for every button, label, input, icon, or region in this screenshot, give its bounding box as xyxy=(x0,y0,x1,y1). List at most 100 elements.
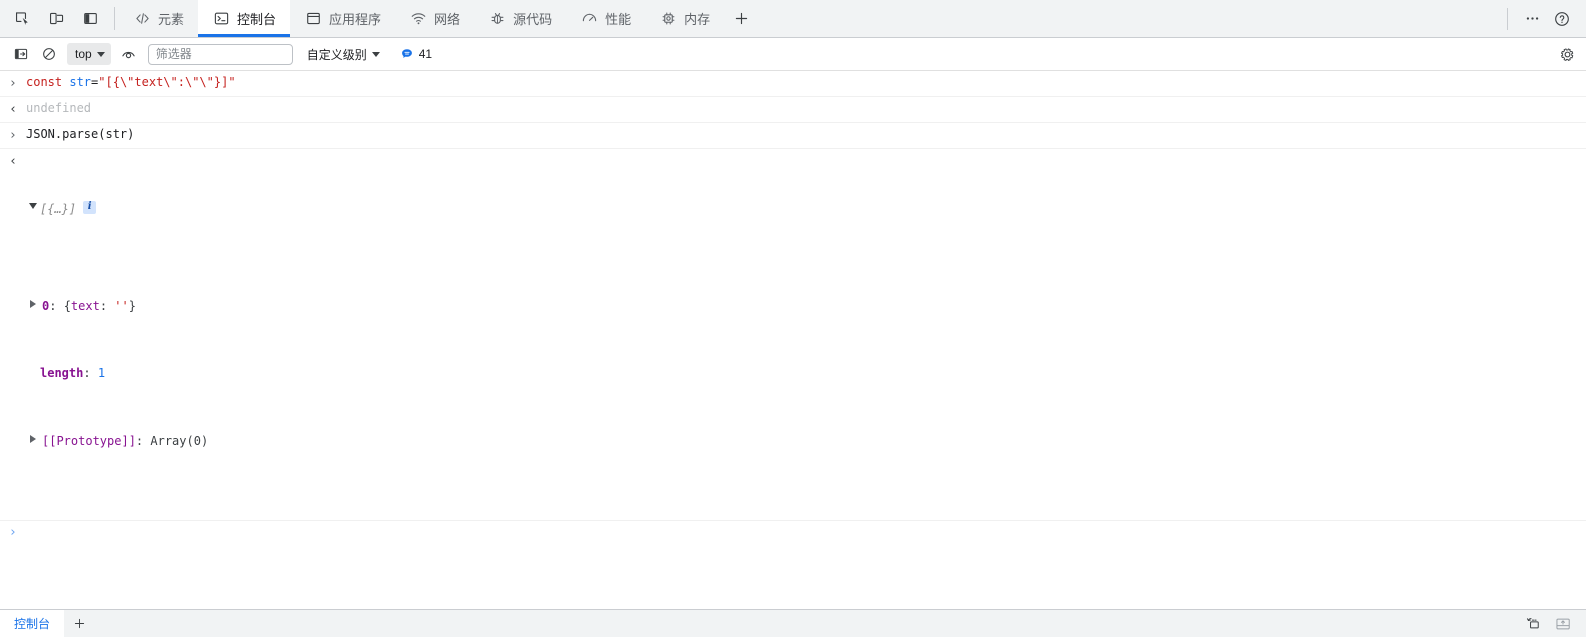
tab-performance[interactable]: 性能 xyxy=(566,0,645,37)
reload-dock-icon[interactable] xyxy=(1520,613,1546,635)
object-property-row[interactable]: length: 1 xyxy=(26,365,1574,384)
memory-icon xyxy=(659,10,677,28)
console-icon xyxy=(212,10,230,28)
clear-console-icon[interactable] xyxy=(36,42,62,66)
property-key: 0 xyxy=(42,298,50,313)
add-panel-icon[interactable] xyxy=(724,0,758,37)
tab-memory-label: 内存 xyxy=(684,12,711,27)
message-bubble-icon xyxy=(401,49,412,58)
input-arrow-icon: › xyxy=(10,76,16,91)
log-level-select[interactable]: 自定义级别 xyxy=(301,43,386,65)
help-icon[interactable] xyxy=(1548,6,1576,32)
expand-toggle-icon[interactable] xyxy=(26,298,40,308)
property-separator: : xyxy=(83,366,98,381)
tabbar-right-tools xyxy=(1499,0,1586,37)
result-arrow-icon: ‹ xyxy=(10,102,16,117)
console-message-object-result[interactable]: ‹ [{…}] i 0: {text: ''} length: 1 [[Pro… xyxy=(0,149,1586,521)
tabbar-right-divider xyxy=(1507,7,1508,30)
object-properties: 0: {text: ''} length: 1 [[Prototype]]: A… xyxy=(26,250,1574,499)
network-icon xyxy=(409,10,427,28)
token-expression: JSON.parse(str) xyxy=(26,127,135,141)
triangle-right-icon xyxy=(30,434,36,443)
triangle-right-icon xyxy=(30,299,36,308)
message-count-badge[interactable]: 41 xyxy=(400,47,432,61)
application-icon xyxy=(304,10,322,28)
tab-network[interactable]: 网络 xyxy=(395,0,474,37)
device-toolbar-icon[interactable] xyxy=(42,6,70,32)
execution-context-select[interactable]: top xyxy=(67,43,111,65)
console-message-input[interactable]: › const str="[{\"text\":\"\"}]" xyxy=(0,71,1586,97)
tabbar-left-tools xyxy=(0,0,110,37)
chevron-down-icon xyxy=(96,51,105,57)
performance-icon xyxy=(580,10,598,28)
bug-icon xyxy=(488,10,506,28)
devtools-tab-bar: 元素 控制台 应用程序 网络 源代码 性能 内存 xyxy=(0,0,1586,38)
drawer-add-tool-icon[interactable] xyxy=(64,610,94,637)
console-result-undefined: undefined xyxy=(26,101,92,115)
drawer-right-tools xyxy=(1520,610,1586,637)
tab-application-label: 应用程序 xyxy=(329,12,382,27)
message-count-value: 41 xyxy=(418,47,433,61)
tab-elements[interactable]: 元素 xyxy=(119,0,198,37)
dock-position-icon[interactable] xyxy=(1550,613,1576,635)
drawer-tab-console[interactable]: 控制台 xyxy=(0,610,65,637)
property-separator: : xyxy=(49,298,64,313)
expand-toggle-icon[interactable] xyxy=(26,201,40,209)
toggle-panel-icon[interactable] xyxy=(76,6,104,32)
property-value-number: 1 xyxy=(97,366,106,381)
drawer-status-bar: 控制台 xyxy=(0,609,1586,637)
object-prototype-row[interactable]: [[Prototype]]: Array(0) xyxy=(26,433,1574,452)
more-options-icon[interactable] xyxy=(1518,6,1546,32)
tabbar-divider xyxy=(114,7,115,30)
devtools-window: 元素 控制台 应用程序 网络 源代码 性能 内存 top 筛选器 自定义级别 4… xyxy=(0,0,1586,637)
property-key: length xyxy=(40,366,84,381)
expand-toggle-icon[interactable] xyxy=(26,433,40,443)
property-separator: : xyxy=(135,433,151,448)
prototype-key: [[Prototype]] xyxy=(42,433,136,448)
settings-gear-icon[interactable] xyxy=(1554,42,1580,66)
console-toolbar: top 自定义级别 41 xyxy=(0,38,1586,71)
tab-console-label: 控制台 xyxy=(237,12,277,27)
chevron-down-icon xyxy=(371,51,380,57)
console-sidebar-toggle-icon[interactable] xyxy=(8,42,34,66)
result-arrow-icon: ‹ xyxy=(10,154,16,169)
console-input-expression: const str="[{\"text\":\"\"}]" xyxy=(26,74,1586,90)
console-prompt[interactable]: › xyxy=(0,521,1586,548)
token-variable: str xyxy=(69,75,92,89)
live-expression-icon[interactable] xyxy=(116,42,142,66)
tab-memory[interactable]: 内存 xyxy=(645,0,724,37)
code-icon xyxy=(133,10,151,28)
input-arrow-icon: › xyxy=(10,128,16,143)
console-message-result[interactable]: ‹ undefined xyxy=(0,97,1586,123)
object-preview-row[interactable]: [{…}] i xyxy=(26,200,1574,217)
property-value-key: text xyxy=(70,298,100,313)
inspect-element-icon[interactable] xyxy=(8,6,36,32)
info-badge-icon[interactable]: i xyxy=(83,200,97,214)
property-value-string: '' xyxy=(114,298,129,313)
tab-sources-label: 源代码 xyxy=(513,12,553,27)
console-toolbar-right xyxy=(1554,42,1580,66)
tab-elements-label: 元素 xyxy=(158,12,185,27)
tab-console[interactable]: 控制台 xyxy=(198,0,291,37)
prototype-value: Array(0) xyxy=(150,433,209,448)
property-value-close: } xyxy=(128,298,136,313)
execution-context-value: top xyxy=(75,47,92,61)
console-object-result: [{…}] i 0: {text: ''} length: 1 [[Protot… xyxy=(26,152,1586,517)
tab-application[interactable]: 应用程序 xyxy=(290,0,395,37)
console-message-list[interactable]: › const str="[{\"text\":\"\"}]" ‹ undefi… xyxy=(0,71,1586,609)
property-value-open: { xyxy=(63,298,71,313)
tab-network-label: 网络 xyxy=(434,12,461,27)
console-message-input[interactable]: › JSON.parse(str) xyxy=(0,123,1586,149)
log-level-label: 自定义级别 xyxy=(306,47,367,62)
object-preview-text: [{…}] xyxy=(40,201,77,216)
panel-tabs: 元素 控制台 应用程序 网络 源代码 性能 内存 xyxy=(119,0,758,37)
console-filter-input[interactable] xyxy=(147,43,293,65)
object-property-row[interactable]: 0: {text: ''} xyxy=(26,298,1574,317)
drawer-tab-console-label: 控制台 xyxy=(14,617,51,631)
prompt-arrow-icon: › xyxy=(10,524,16,540)
triangle-down-icon xyxy=(29,202,37,209)
token-keyword: const xyxy=(26,75,70,89)
token-string: "[{\"text\":\"\"}]" xyxy=(98,75,236,89)
tab-sources[interactable]: 源代码 xyxy=(474,0,566,37)
tab-performance-label: 性能 xyxy=(605,12,632,27)
